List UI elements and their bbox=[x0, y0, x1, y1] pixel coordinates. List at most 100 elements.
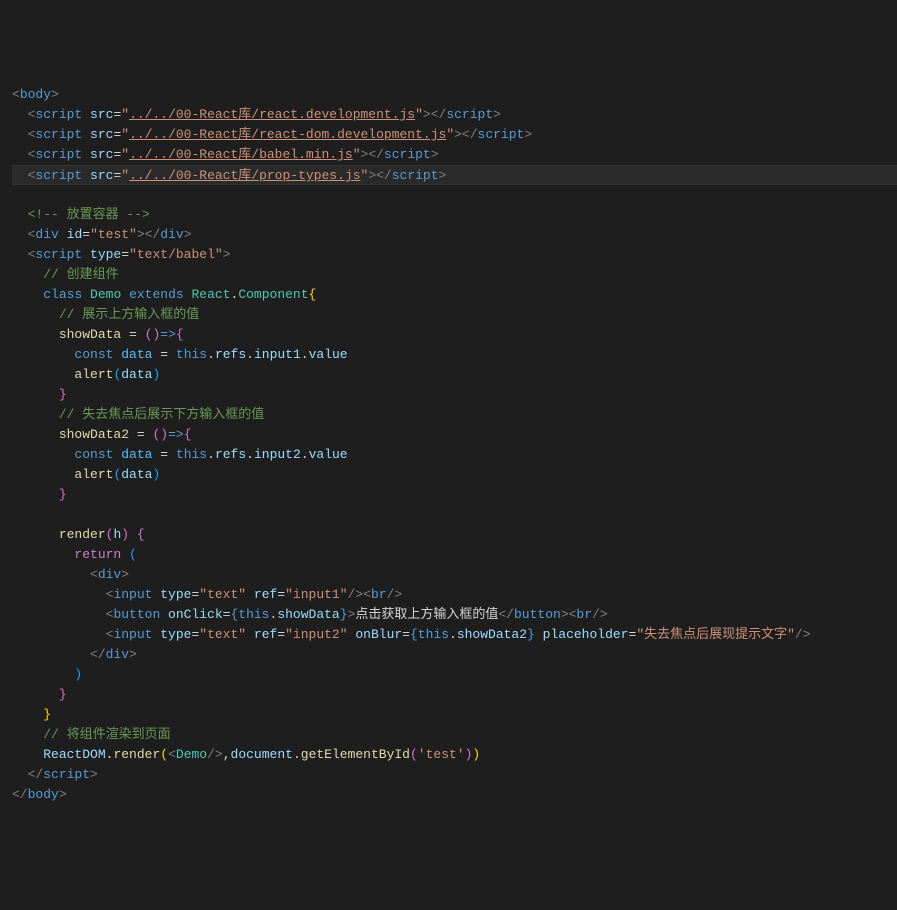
code-line[interactable]: // 将组件渲染到页面 bbox=[12, 725, 897, 745]
token: > bbox=[129, 647, 137, 662]
token: { bbox=[309, 287, 317, 302]
token: this bbox=[176, 447, 207, 462]
code-line[interactable] bbox=[12, 505, 897, 525]
token: . bbox=[301, 447, 309, 462]
token bbox=[12, 767, 28, 782]
token bbox=[12, 147, 28, 162]
code-line[interactable]: } bbox=[12, 705, 897, 725]
token: onBlur bbox=[355, 627, 402, 642]
code-line[interactable]: <div> bbox=[12, 565, 897, 585]
token: . bbox=[301, 347, 309, 362]
token: return bbox=[74, 547, 121, 562]
token: showData2 bbox=[457, 627, 527, 642]
token: Component bbox=[238, 287, 308, 302]
token: " bbox=[121, 147, 129, 162]
code-line[interactable]: </div> bbox=[12, 645, 897, 665]
token: " bbox=[415, 107, 423, 122]
code-line[interactable]: // 失去焦点后展示下方输入框的值 bbox=[12, 405, 897, 425]
token: = bbox=[402, 627, 410, 642]
token: . bbox=[246, 347, 254, 362]
token bbox=[12, 367, 74, 382]
code-line[interactable]: alert(data) bbox=[12, 365, 897, 385]
token: render bbox=[59, 527, 106, 542]
token: > bbox=[121, 567, 129, 582]
code-line[interactable]: showData2 = ()=>{ bbox=[12, 425, 897, 445]
token: { bbox=[176, 327, 184, 342]
code-line[interactable]: </body> bbox=[12, 785, 897, 805]
code-line[interactable]: <body> bbox=[12, 85, 897, 105]
code-line[interactable]: <script src="../../00-React库/react-dom.d… bbox=[12, 125, 897, 145]
token: 'test' bbox=[418, 747, 465, 762]
code-line[interactable]: showData = ()=>{ bbox=[12, 325, 897, 345]
token: this bbox=[418, 627, 449, 642]
token: ) bbox=[472, 747, 480, 762]
token bbox=[184, 287, 192, 302]
token: ref bbox=[254, 627, 277, 642]
token bbox=[129, 527, 137, 542]
token bbox=[12, 127, 28, 142]
token: getElementById bbox=[301, 747, 410, 762]
code-editor[interactable]: <body> <script src="../../00-React库/reac… bbox=[12, 85, 897, 805]
token: type bbox=[160, 587, 191, 602]
code-line[interactable]: <script src="../../00-React库/react.devel… bbox=[12, 105, 897, 125]
token: type bbox=[90, 247, 121, 262]
token: } bbox=[59, 487, 67, 502]
token: refs bbox=[215, 447, 246, 462]
code-line[interactable]: <script src="../../00-React库/prop-types.… bbox=[12, 165, 897, 185]
token: src bbox=[90, 107, 113, 122]
token: // 失去焦点后展示下方输入框的值 bbox=[59, 407, 264, 422]
token: => bbox=[168, 427, 184, 442]
code-line[interactable]: <button onClick={this.showData}>点击获取上方输入… bbox=[12, 605, 897, 625]
token: // 创建组件 bbox=[43, 267, 118, 282]
token: >< bbox=[561, 607, 577, 622]
token: input1 bbox=[254, 347, 301, 362]
token: div bbox=[160, 227, 183, 242]
token: "test" bbox=[90, 227, 137, 242]
code-line[interactable]: alert(data) bbox=[12, 465, 897, 485]
code-line[interactable]: return ( bbox=[12, 545, 897, 565]
token: alert bbox=[74, 467, 113, 482]
token bbox=[12, 347, 74, 362]
code-line[interactable]: // 展示上方输入框的值 bbox=[12, 305, 897, 325]
token: onClick bbox=[168, 607, 223, 622]
token: /> bbox=[387, 587, 403, 602]
code-line[interactable]: render(h) { bbox=[12, 525, 897, 545]
token: 点击获取上方输入框的值 bbox=[355, 607, 498, 622]
token: script bbox=[35, 107, 90, 122]
token: const bbox=[74, 347, 113, 362]
code-line[interactable]: <input type="text" ref="input1"/><br/> bbox=[12, 585, 897, 605]
code-line[interactable]: <script src="../../00-React库/babel.min.j… bbox=[12, 145, 897, 165]
token: => bbox=[160, 327, 176, 342]
code-line[interactable]: } bbox=[12, 385, 897, 405]
code-line[interactable]: ReactDOM.render(<Demo/>,document.getElem… bbox=[12, 745, 897, 765]
code-line[interactable] bbox=[12, 185, 897, 205]
token: extends bbox=[129, 287, 184, 302]
code-line[interactable]: class Demo extends React.Component{ bbox=[12, 285, 897, 305]
code-line[interactable]: <input type="text" ref="input2" onBlur={… bbox=[12, 625, 897, 645]
token bbox=[12, 467, 74, 482]
token bbox=[12, 547, 74, 562]
token: ../../00-React库/react-dom.development.js bbox=[129, 127, 446, 142]
code-line[interactable]: const data = this.refs.input2.value bbox=[12, 445, 897, 465]
token: . bbox=[106, 747, 114, 762]
token: "text" bbox=[199, 627, 246, 642]
token: showData2 bbox=[59, 427, 129, 442]
token: () bbox=[145, 327, 161, 342]
code-line[interactable]: // 创建组件 bbox=[12, 265, 897, 285]
code-line[interactable]: <!-- 放置容器 --> bbox=[12, 205, 897, 225]
code-line[interactable]: <div id="test"></div> bbox=[12, 225, 897, 245]
token: "text/babel" bbox=[129, 247, 223, 262]
code-line[interactable]: } bbox=[12, 485, 897, 505]
token: = bbox=[137, 427, 145, 442]
token: ) bbox=[152, 367, 160, 382]
token: br bbox=[371, 587, 387, 602]
code-line[interactable]: </script> bbox=[12, 765, 897, 785]
token: /> bbox=[207, 747, 223, 762]
code-line[interactable]: const data = this.refs.input1.value bbox=[12, 345, 897, 365]
token bbox=[12, 327, 59, 342]
code-line[interactable]: } bbox=[12, 685, 897, 705]
token bbox=[12, 567, 90, 582]
token: ) bbox=[121, 527, 129, 542]
code-line[interactable]: <script type="text/babel"> bbox=[12, 245, 897, 265]
code-line[interactable]: ) bbox=[12, 665, 897, 685]
